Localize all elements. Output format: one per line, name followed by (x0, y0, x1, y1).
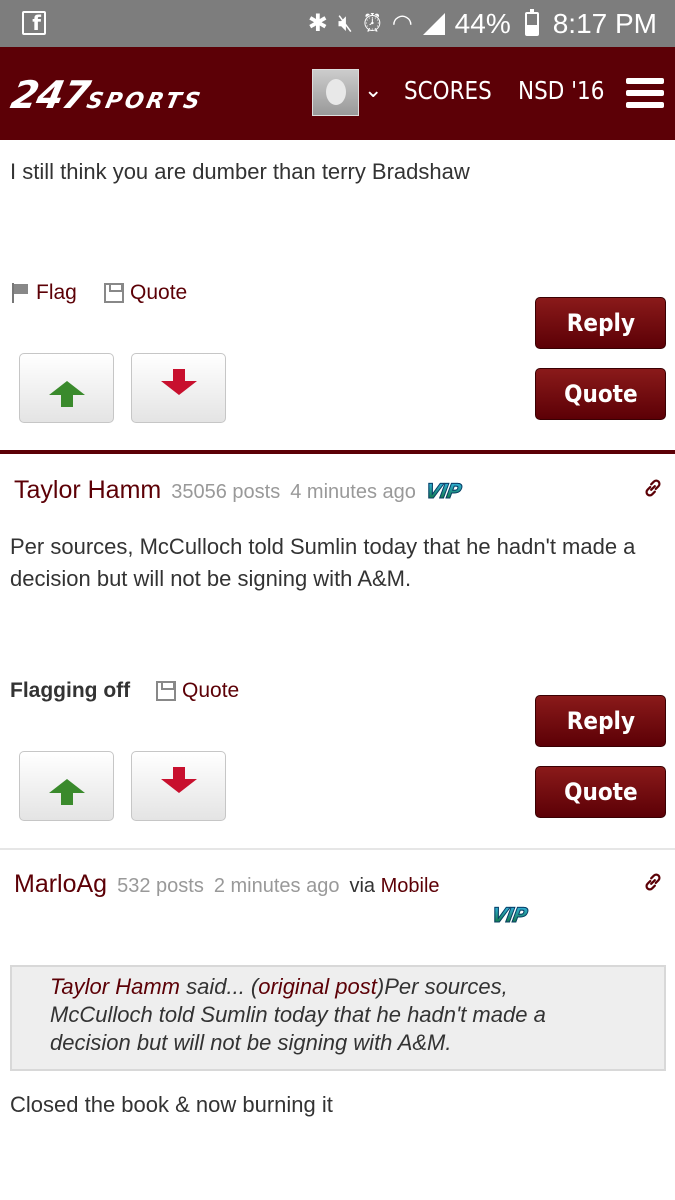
downvote-button[interactable] (131, 353, 226, 423)
vip-badge: VIP (489, 903, 529, 928)
post-body: Per sources, McCulloch told Sumlin today… (10, 534, 636, 591)
signal-icon (422, 13, 445, 35)
upvote-button[interactable] (19, 751, 114, 821)
reply-button[interactable]: Reply (535, 695, 666, 747)
quote-button[interactable]: Quote (535, 368, 666, 420)
chevron-down-icon[interactable]: ⌄ (364, 77, 382, 103)
site-header: 247SPORTS ⌄ SCORES NSD '16 (0, 47, 675, 140)
post-time: 4 minutes ago (290, 481, 416, 503)
flag-icon (10, 283, 30, 303)
post-count: 532 posts (117, 875, 204, 897)
arrow-down-icon (160, 767, 197, 793)
quoted-text: Taylor Hamm said... (original post)Per s… (50, 974, 546, 1055)
post-count: 35056 posts (171, 481, 281, 503)
facebook-icon: f (22, 11, 46, 35)
arrow-up-icon (48, 381, 85, 407)
post-divider (0, 848, 675, 850)
via-source: via Mobile (349, 875, 440, 897)
author-link[interactable]: Taylor Hamm (14, 476, 161, 505)
site-logo[interactable]: 247SPORTS (7, 73, 208, 117)
quoted-author-link[interactable]: Taylor Hamm (50, 974, 180, 999)
flagging-status: Flagging off (10, 679, 131, 702)
quote-button[interactable]: Quote (535, 766, 666, 818)
clock: 8:17 PM (552, 8, 657, 39)
post-time: 2 minutes ago (213, 875, 340, 897)
alarm-icon: ⏰︎ (362, 10, 382, 37)
battery-icon (524, 9, 539, 36)
reply-button[interactable]: Reply (535, 297, 666, 349)
post-meta: MarloAg 532 posts 2 minutes ago via Mobi… (14, 870, 440, 899)
nav-scores[interactable]: SCORES (404, 76, 492, 105)
post-meta: Taylor Hamm 35056 posts 4 minutes ago VI… (14, 476, 463, 505)
permalink-icon[interactable] (642, 477, 664, 499)
battery-percent: 44% (454, 8, 511, 39)
quote-icon (156, 681, 176, 701)
status-bar: f ✱ 🔇︎ ⏰︎ ◠ 44% 8:17 PM (0, 0, 675, 47)
permalink-icon[interactable] (642, 871, 664, 893)
upvote-button[interactable] (19, 353, 114, 423)
post-divider (0, 450, 675, 454)
author-link[interactable]: MarloAg (14, 870, 107, 899)
quote-link[interactable]: Quote (104, 281, 187, 305)
menu-icon[interactable] (626, 78, 664, 112)
quote-link[interactable]: Quote (156, 679, 239, 703)
arrow-up-icon (48, 779, 85, 805)
flag-button[interactable]: Flag (10, 281, 77, 305)
vip-badge: VIP (423, 479, 463, 504)
nav-nsd[interactable]: NSD '16 (518, 76, 604, 105)
original-post-link[interactable]: original post (258, 974, 377, 999)
arrow-down-icon (160, 369, 197, 395)
user-avatar[interactable] (312, 69, 359, 116)
mute-icon: 🔇︎ (337, 10, 353, 37)
bluetooth-icon: ✱ (307, 10, 328, 37)
post-body: Closed the book & now burning it (10, 1092, 333, 1117)
quoted-post: Taylor Hamm said... (original post)Per s… (10, 965, 666, 1071)
downvote-button[interactable] (131, 751, 226, 821)
via-mobile-link[interactable]: Mobile (381, 875, 440, 897)
quote-icon (104, 283, 124, 303)
post-body: I still think you are dumber than terry … (10, 159, 470, 184)
wifi-icon: ◠ (391, 10, 413, 37)
